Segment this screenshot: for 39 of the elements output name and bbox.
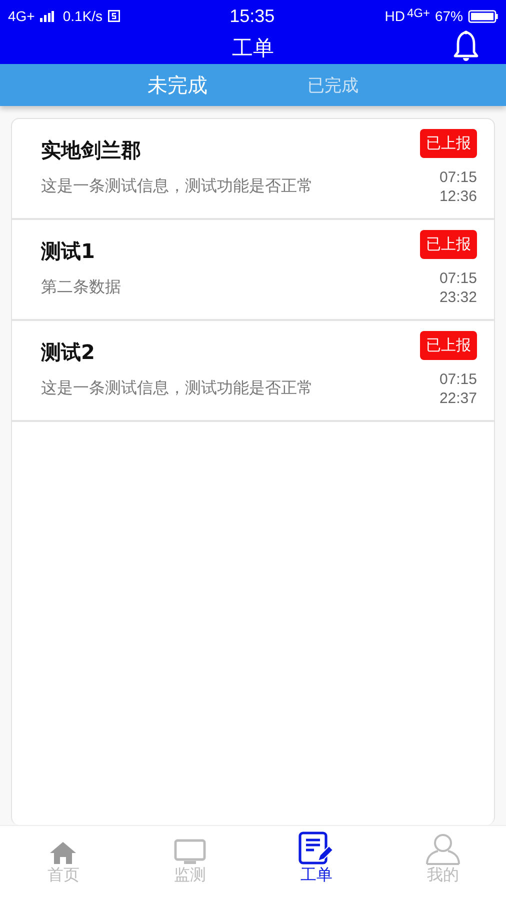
nav-item[interactable]: 监测 [126,826,253,900]
order-card[interactable]: 测试1 第二条数据 已上报 07:15 23:32 [12,220,494,321]
network-label: 4G+ [8,8,35,24]
order-description: 这是一条测试信息，测试功能是否正常 [41,176,314,197]
home-icon [49,841,78,865]
nav-item[interactable]: 我的 [380,826,506,900]
status-badge: 已上报 [420,230,477,259]
status-badge: 已上报 [420,331,477,360]
order-time: 23:32 [439,288,477,307]
speed-label: 0.1K/s [62,8,103,24]
clock: 15:35 [230,6,275,26]
order-title: 实地剑兰郡 [41,137,142,164]
order-card[interactable]: 测试2 这是一条测试信息，测试功能是否正常 已上报 07:15 22:37 [12,321,494,422]
page-title: 工单 [232,35,274,62]
nav-item[interactable]: 工单 [253,826,380,900]
document-edit-icon [298,831,334,865]
order-title: 测试2 [41,339,96,366]
tab[interactable]: 已完成 [288,64,378,106]
order-date: 07:15 [439,168,477,187]
order-time: 22:37 [439,389,477,408]
status-badge: 已上报 [420,129,477,158]
signal-icon [40,10,54,22]
user-icon [424,833,461,865]
order-time: 12:36 [439,187,477,206]
order-card[interactable]: 实地剑兰郡 这是一条测试信息，测试功能是否正常 已上报 07:15 12:36 [12,119,494,220]
battery-icon [468,10,498,22]
order-date: 07:15 [439,370,477,389]
tab[interactable]: 未完成 [128,64,228,106]
order-title: 测试1 [41,238,96,265]
nav-item[interactable]: 首页 [0,826,126,900]
battery-percent: 67% [434,8,464,24]
hd-label: HD [384,8,405,24]
network-label: 4G+ [406,6,430,20]
order-date: 07:15 [439,269,477,288]
order-description: 这是一条测试信息，测试功能是否正常 [41,378,314,399]
monitor-icon [174,839,206,865]
bell-icon[interactable] [452,30,480,62]
app-icon [108,10,120,22]
order-description: 第二条数据 [41,277,122,298]
